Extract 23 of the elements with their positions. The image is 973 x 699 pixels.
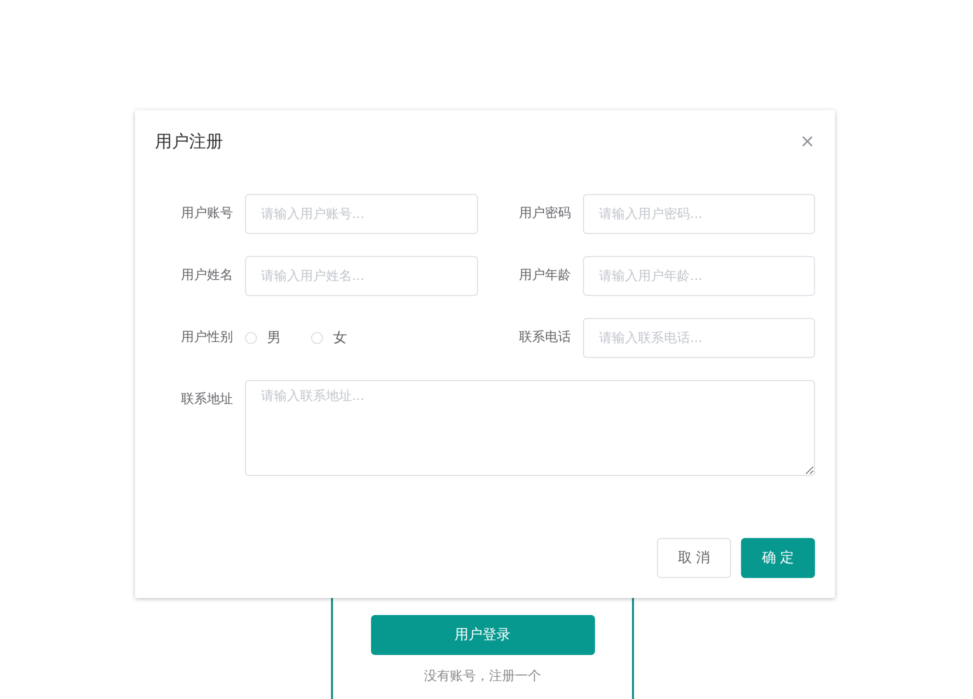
field-label: 用户姓名 — [180, 267, 233, 285]
dialog-title: 用户注册 — [155, 131, 223, 154]
field-label: 用户年龄 — [518, 267, 571, 285]
field-label: 联系地址 — [180, 391, 233, 409]
cancel-button[interactable]: 取 消 — [657, 538, 731, 578]
login-button[interactable]: 用户登录 — [370, 615, 594, 655]
input-field[interactable]: 请输入联系电话... — [583, 318, 815, 358]
input-field[interactable]: 请输入用户年龄... — [583, 256, 815, 296]
radio-option[interactable]: 女 — [311, 329, 347, 347]
radio-button[interactable] — [311, 332, 323, 344]
field-label: 用户性别 — [180, 329, 233, 347]
close-button[interactable]: × — [800, 133, 815, 151]
address-field[interactable]: 请输入联系地址... — [245, 380, 815, 476]
input-field[interactable]: 请输入用户账号... — [245, 194, 478, 234]
field-label: 用户密码 — [518, 205, 571, 223]
field-label: 联系电话 — [518, 329, 571, 347]
input-field[interactable]: 请输入用户姓名... — [245, 256, 478, 296]
input-field[interactable]: 请输入用户密码... — [583, 194, 815, 234]
radio-button[interactable] — [245, 332, 257, 344]
radio-option[interactable]: 男 — [245, 329, 281, 347]
field-label: 用户账号 — [180, 205, 233, 223]
confirm-button[interactable]: 确 定 — [741, 538, 815, 578]
register-link[interactable]: 没有账号，注册一个 — [424, 667, 541, 685]
